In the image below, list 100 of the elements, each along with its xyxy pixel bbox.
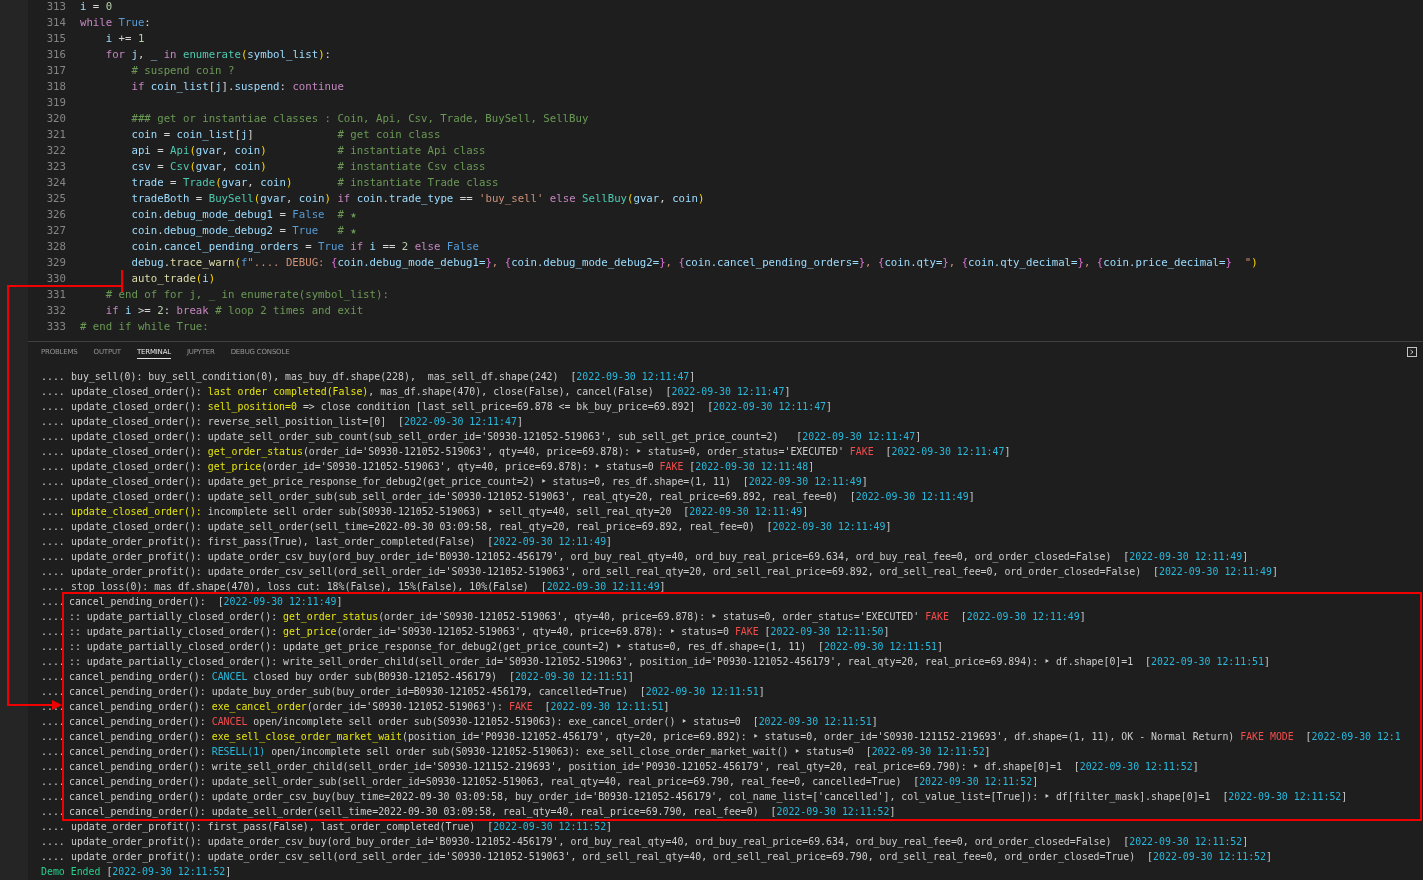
log-line: update_closed_order(): sell_position=0 => close condition [last_sell_price=69.878 <= bk_buy_price=69.892] [2022-09-30 12:11:47] — [71, 400, 833, 414]
log-line: cancel_pending_order(): update_sell_order_sub(sell_order_id=S0930-121052-519063, real_qty=40, real_price=69.790, real_fee=0, cancelled=True) [2022-09-30 12:11:52] — [69, 775, 1039, 789]
code-line: i = 0 — [80, 0, 113, 15]
log-line: update_order_profit(): update_order_csv_sell(ord_sell_order_id='S0930-121052-519063', ord_sell_real_qty=40, ord_sell_real_price=69.790, ord_sell_real_fee=0, ord_order_closed=True) [2022-09-30 12:11:52] — [71, 850, 1272, 864]
log-line: cancel_pending_order(): CANCEL open/incomplete sell order sub(S0930-121052-519063): exe_cancel_order() ‣ status=0 [2022-09-30 12:11:51] — [69, 715, 878, 729]
line-prefix: .... — [41, 520, 66, 534]
code-line: coin.debug_mode_debug1 = False # ★ — [130, 207, 357, 223]
maximize-panel-icon[interactable] — [1407, 347, 1417, 357]
code-line: i += 1 — [104, 31, 145, 47]
log-line: update_closed_order(): last order completed(False), mas_df.shape(470), close(False), cancel(False) [2022-09-30 12:11:47] — [71, 385, 791, 399]
log-line: cancel_pending_order(): exe_sell_close_order_market_wait(position_id='P0930-121052-456179', qty=20, price=69.892): ‣ status=0, order_id='S0930-121152-219693', df.shape=(1, 11), OK - Normal Return) FAKE MODE [2022-09-30 12:1 — [69, 730, 1401, 744]
code-line: coin = coin_list[j] # get coin class — [130, 127, 441, 143]
code-line: for j, _ in enumerate(symbol_list): — [104, 47, 331, 63]
log-line: cancel_pending_order(): update_buy_order_sub(buy_order_id=B0930-121052-456179, cancelled=True) [2022-09-30 12:11:51] — [69, 685, 765, 699]
line-number: 331 — [45, 287, 66, 303]
line-number: 329 — [45, 255, 66, 271]
line-prefix: .... — [41, 550, 66, 564]
line-prefix: .... — [41, 640, 66, 654]
line-prefix: .... — [41, 760, 66, 774]
line-prefix: .... — [41, 370, 66, 384]
line-number: 320 — [45, 111, 66, 127]
line-number: 325 — [45, 191, 66, 207]
log-line: update_closed_order(): update_sell_order(sell_time=2022-09-30 03:09:58, real_qty=20, real_price=69.892, real_fee=0) [2022-09-30 12:11:49] — [71, 520, 892, 534]
line-prefix: .... — [41, 490, 66, 504]
line-number: 332 — [45, 303, 66, 319]
line-number: 318 — [45, 79, 66, 95]
line-prefix: .... — [41, 385, 66, 399]
code-line: tradeBoth = BuySell(gvar, coin) if coin.trade_type == 'buy_sell' else SellBuy(gvar, coin) — [130, 191, 705, 207]
log-line: cancel_pending_order(): CANCEL closed buy order sub(B0930-121052-456179) [2022-09-30 12:11:51] — [69, 670, 634, 684]
log-line: update_order_profit(): update_order_csv_buy(ord_buy_order_id='B0930-121052-456179', ord_buy_real_qty=40, ord_buy_real_price=69.634, ord_buy_real_fee=0, ord_order_closed=False) [2022-09-30 12:11:49] — [71, 550, 1249, 564]
log-line: update_closed_order(): incomplete sell order sub(S0930-121052-519063) ‣ sell_qty=40, sell_real_qty=20 [2022-09-30 12:11:49] — [71, 505, 809, 519]
log-line: update_closed_order(): get_order_status(order_id='S0930-121052-519063', qty=40, price=69.878): ‣ status=0, order_status='EXECUTED' FAKE [2022-09-30 12:11:47] — [71, 445, 1011, 459]
line-number: 324 — [45, 175, 66, 191]
line-prefix: .... — [41, 835, 66, 849]
line-number: 315 — [45, 31, 66, 47]
log-line: cancel_pending_order(): update_order_csv_buy(buy_time=2022-09-30 03:09:58, buy_order_id='B0930-121052-456179', col_name_list=['cancelled'], col_value_list=[True]): ‣ df[filter_mask].shape[0]=1 [2022-09-30 12:11:52] — [69, 790, 1348, 804]
line-number: 327 — [45, 223, 66, 239]
code-line: debug.trace_warn(f".... DEBUG: {coin.debug_mode_debug1=}, {coin.debug_mode_debug2=}, {coin.cancel_pending_orders=}, {coin.qty=}, {coin.qty_decimal=}, {coin.price_decimal=} ") — [130, 255, 1258, 271]
log-line: update_closed_order(): update_sell_order_sub(sub_sell_order_id='S0930-121052-519063', real_qty=20, real_price=69.892, real_fee=0) [2022-09-30 12:11:49] — [71, 490, 975, 504]
line-prefix: .... — [41, 730, 66, 744]
code-line: # end of for j, _ in enumerate(symbol_list): — [104, 287, 389, 303]
line-prefix: .... — [41, 415, 66, 429]
line-prefix: .... — [41, 775, 66, 789]
log-line: :: update_partially_closed_order(): write_sell_order_child(sell_order_id='S0930-121052-519063', position_id='P0930-121052-456179', real_qty=20, real_price=69.894): ‣ df.shape[0]=1 [2022-09-30 12:11:51] — [69, 655, 1270, 669]
line-prefix: .... — [41, 850, 66, 864]
code-line: coin.cancel_pending_orders = True if i == 2 else False — [130, 239, 480, 255]
line-prefix: .... — [41, 475, 66, 489]
line-prefix: .... — [41, 580, 66, 594]
log-line: update_order_profit(): first_pass(False), last_order_completed(True) [2022-09-30 12:11:52] — [71, 820, 613, 834]
log-line: update_order_profit(): first_pass(True), last_order_completed(False) [2022-09-30 12:11:49] — [71, 535, 613, 549]
line-number: 322 — [45, 143, 66, 159]
line-prefix: .... — [41, 460, 66, 474]
log-line: update_closed_order(): reverse_sell_position_list=[0] [2022-09-30 12:11:47] — [71, 415, 523, 429]
log-line: cancel_pending_order(): update_sell_order(sell_time=2022-09-30 03:09:58, real_qty=40, real_price=69.790, real_fee=0) [2022-09-30 12:11:52] — [69, 805, 896, 819]
line-prefix: .... — [41, 655, 66, 669]
code-line: ### get or instantiae classes : Coin, Api, Csv, Trade, BuySell, SellBuy — [130, 111, 589, 127]
line-number: 326 — [45, 207, 66, 223]
log-line: update_order_profit(): update_order_csv_sell(ord_sell_order_id='S0930-121052-519063', ord_sell_real_qty=20, ord_sell_real_price=69.892, ord_sell_real_fee=0, ord_order_closed=False) [2022-09-30 12:11:49] — [71, 565, 1278, 579]
line-number: 323 — [45, 159, 66, 175]
log-line: update_order_profit(): update_order_csv_buy(ord_buy_order_id='B0930-121052-456179', ord_buy_real_qty=40, ord_buy_real_price=69.634, ord_buy_real_fee=0, ord_order_closed=False) [2022-09-30 12:11:52] — [71, 835, 1249, 849]
line-prefix: .... — [41, 700, 66, 714]
code-line: # suspend coin ? — [130, 63, 235, 79]
line-prefix: .... — [41, 535, 66, 549]
line-prefix: .... — [41, 430, 66, 444]
log-line: update_closed_order(): update_get_price_response_for_debug2(get_price_count=2) ‣ status=0, res_df.shape=(1, 11) [2022-09-30 12:11:49] — [71, 475, 868, 489]
line-number: 333 — [45, 319, 66, 335]
line-prefix: .... — [41, 625, 66, 639]
code-line: csv = Csv(gvar, coin) # instantiate Csv class — [130, 159, 486, 175]
line-prefix: .... — [41, 565, 66, 579]
log-line: :: update_partially_closed_order(): update_get_price_response_for_debug2(get_price_count=2) ‣ status=0, res_df.shape=(1, 11) [2022-09-30 12:11:51] — [69, 640, 943, 654]
line-prefix: .... — [41, 820, 66, 834]
line-prefix: .... — [41, 595, 66, 609]
line-prefix: .... — [41, 610, 66, 624]
code-line: trade = Trade(gvar, coin) # instantiate Trade class — [130, 175, 499, 191]
line-number: 321 — [45, 127, 66, 143]
code-line: if i >= 2: break # loop 2 times and exit — [104, 303, 364, 319]
line-number: 319 — [45, 95, 66, 111]
line-number: 316 — [45, 47, 66, 63]
line-prefix: .... — [41, 805, 66, 819]
log-line: :: update_partially_closed_order(): get_order_status(order_id='S0930-121052-519063', qty=40, price=69.878): ‣ status=0, order_status='EXECUTED' FAKE [2022-09-30 12:11:49] — [69, 610, 1086, 624]
log-line: cancel_pending_order(): [2022-09-30 12:11:49] — [69, 595, 343, 609]
code-line: # end if while True: — [80, 319, 209, 335]
line-prefix: .... — [41, 790, 66, 804]
code-line: auto_trade(i) — [130, 271, 216, 287]
code-line: if coin_list[j].suspend: continue — [130, 79, 344, 95]
log-line: update_closed_order(): get_price(order_id='S0930-121052-519063', qty=40, price=69.878): ‣ status=0 FAKE [2022-09-30 12:11:48] — [71, 460, 815, 474]
line-number: 317 — [45, 63, 66, 79]
line-prefix: .... — [41, 715, 66, 729]
line-prefix: .... — [41, 685, 66, 699]
log-line: cancel_pending_order(): RESELL(1) open/incomplete sell order sub(S0930-121052-519063): exe_sell_close_order_market_wait() ‣ status=0 [2022-09-30 12:11:52] — [69, 745, 991, 759]
line-number: 330 — [45, 271, 66, 287]
log-line: Demo Ended [2022-09-30 12:11:52] — [41, 865, 232, 879]
log-line: buy_sell(0): buy_sell_condition(0), mas_buy_df.shape(228), mas_sell_df.shape(242) [2022-09-30 12:11:47] — [71, 370, 696, 384]
line-number: 328 — [45, 239, 66, 255]
code-line: api = Api(gvar, coin) # instantiate Api class — [130, 143, 486, 159]
line-number: 314 — [45, 15, 66, 31]
log-line: cancel_pending_order(): write_sell_order_child(sell_order_id='S0930-121152-219693', position_id='P0930-121052-456179', real_qty=20, real_price=69.790): ‣ df.shape[0]=1 [2022-09-30 12:11:52] — [69, 760, 1199, 774]
line-prefix: .... — [41, 505, 66, 519]
line-prefix: .... — [41, 400, 66, 414]
code-line: coin.debug_mode_debug2 = True # ★ — [130, 223, 357, 239]
